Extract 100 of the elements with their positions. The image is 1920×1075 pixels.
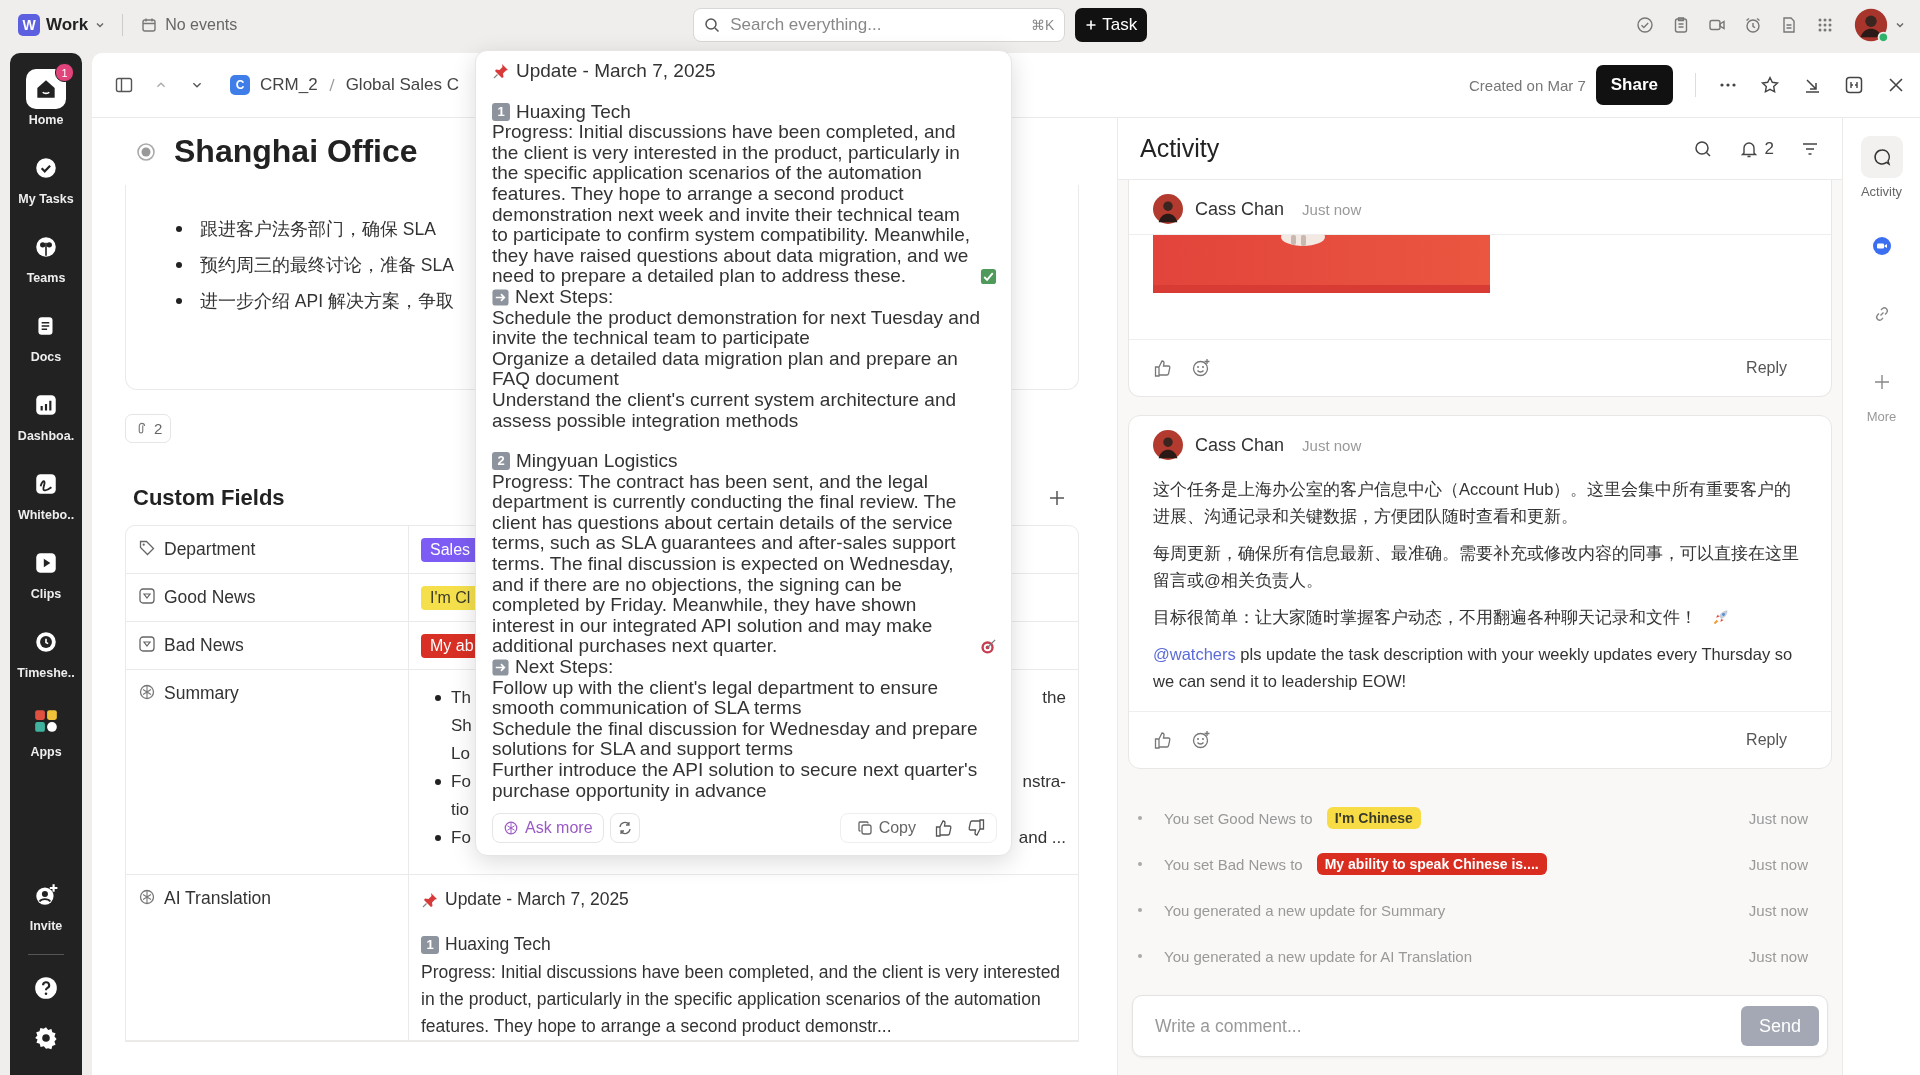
tag-icon xyxy=(138,539,156,557)
event-time: Just now xyxy=(1748,947,1808,965)
field-label: AI Translation xyxy=(164,888,271,909)
layout-icon[interactable] xyxy=(1844,75,1864,95)
thumbs-down-icon[interactable] xyxy=(966,818,986,839)
bullet-icon xyxy=(435,695,441,701)
next-step-text: Schedule the final discussion for Wednesday and prepare solutions for SLA and support terms xyxy=(492,718,979,760)
thumbs-up-icon[interactable] xyxy=(1153,730,1173,750)
bar-chart-icon xyxy=(33,392,59,418)
panel-title: Activity xyxy=(1140,134,1220,163)
next-step-text: Understand the client's current system architecture and assess possible integration methods xyxy=(492,389,958,432)
help-icon[interactable] xyxy=(33,975,59,1001)
company-heading: Huaxing Tech xyxy=(445,934,551,955)
summary-text: and ... xyxy=(1018,828,1066,848)
author-name: Cass Chan xyxy=(1195,434,1285,456)
search-icon[interactable] xyxy=(1692,138,1713,159)
field-label: Good News xyxy=(164,587,256,608)
nav-item[interactable]: My Tasks xyxy=(10,142,82,221)
reply-button[interactable]: Reply xyxy=(1740,358,1793,378)
nav-item[interactable]: Teams xyxy=(10,221,82,300)
whiteboard-icon xyxy=(33,471,59,497)
activity-tab[interactable]: Activity xyxy=(1851,130,1912,209)
field-label: Department xyxy=(164,539,256,560)
field-tag: My ability to speak Chinese is.... xyxy=(1316,853,1547,875)
nav-item[interactable]: Dashboa. xyxy=(10,379,82,458)
nav-item[interactable]: Timeshe.. xyxy=(10,616,82,695)
section-title: Custom Fields xyxy=(133,485,285,511)
invite-button[interactable]: Invite xyxy=(10,869,82,948)
thumbs-up-icon[interactable] xyxy=(1153,358,1173,378)
add-reaction-icon[interactable] xyxy=(1191,730,1211,750)
bullet-icon xyxy=(1138,862,1142,866)
nav-item[interactable]: Clips xyxy=(10,537,82,616)
summary-text: tio xyxy=(451,800,469,820)
summary-text: Th xyxy=(451,688,471,708)
apps-grid-icon[interactable] xyxy=(1816,16,1834,34)
summary-text: Fo xyxy=(451,828,471,848)
comment-field[interactable]: Write a comment... xyxy=(1153,1014,1741,1038)
created-date: Created on Mar 7 xyxy=(1469,76,1586,94)
new-task-button[interactable]: Task xyxy=(1075,8,1148,42)
arrow-right-icon xyxy=(492,288,509,306)
check-circle-icon xyxy=(33,155,59,181)
nav-item[interactable]: Docs xyxy=(10,300,82,379)
nav-item[interactable]: Apps xyxy=(10,695,82,774)
teams-icon xyxy=(33,234,59,260)
user-avatar[interactable] xyxy=(1852,6,1890,44)
company-heading: Huaxing Tech xyxy=(516,101,631,123)
field-tag: I'm Chinese xyxy=(1326,807,1421,829)
avatar xyxy=(1153,430,1183,460)
add-reaction-icon[interactable] xyxy=(1191,358,1211,378)
search-field[interactable]: Search everything... ⌘K xyxy=(693,8,1066,42)
ask-more-button[interactable]: Ask more xyxy=(492,813,604,844)
update-title: Update - March 7, 2025 xyxy=(516,61,716,82)
settings-icon[interactable] xyxy=(33,1025,59,1051)
video-app-icon xyxy=(1871,236,1892,256)
status-icon[interactable] xyxy=(136,141,156,162)
event-time: Just now xyxy=(1748,855,1808,873)
search-input[interactable]: Search everything... xyxy=(728,14,1023,36)
document-icon[interactable] xyxy=(1780,16,1798,34)
number-badge: 1 xyxy=(421,935,439,954)
next-step-text: Follow up with the client's legal department to ensure smooth communication of SLA terms xyxy=(492,677,940,719)
calendar-icon xyxy=(141,17,158,33)
breadcrumb-link[interactable]: CRM_2 xyxy=(260,75,318,95)
add-icon[interactable] xyxy=(1047,488,1067,508)
workspace-switcher[interactable]: W Work xyxy=(14,10,111,40)
ai-icon xyxy=(503,820,519,837)
regenerate-button[interactable] xyxy=(609,813,640,844)
alarm-clock-icon[interactable] xyxy=(1744,16,1762,34)
description-bullet: 预约周三的最终讨论，准备 SLA xyxy=(200,254,454,277)
author-name: Cass Chan xyxy=(1195,198,1285,220)
notification-badge: 1 xyxy=(55,63,74,82)
play-icon xyxy=(33,550,59,576)
target-icon xyxy=(980,638,997,656)
reply-button[interactable]: Reply xyxy=(1740,730,1793,750)
mention-link[interactable]: @watchers xyxy=(1153,645,1236,663)
next-step-text: Schedule the product demonstration for next Tuesday and invite the technical team to participate xyxy=(492,307,981,349)
nav-item[interactable]: 1 Home xyxy=(10,63,82,142)
clock-icon xyxy=(33,629,59,655)
thumbs-up-icon[interactable] xyxy=(934,818,954,839)
clipboard-icon[interactable] xyxy=(1672,16,1690,34)
number-badge: 2 xyxy=(492,452,510,471)
sidebar-toggle-icon[interactable] xyxy=(114,75,134,95)
event-text: You generated a new update for AI Translation xyxy=(1164,947,1472,965)
space-logo: C xyxy=(230,75,250,95)
share-button[interactable]: Share xyxy=(1595,65,1673,105)
event-text: You set Good News to xyxy=(1164,809,1313,827)
attachments-chip[interactable]: 2 xyxy=(125,414,172,443)
notifications-button[interactable]: 2 xyxy=(1738,138,1774,159)
refresh-icon xyxy=(616,820,633,837)
comment-time: Just now xyxy=(1302,200,1362,218)
star-icon[interactable] xyxy=(1760,75,1780,95)
field-label: Bad News xyxy=(164,635,244,656)
nav-item[interactable]: Whitebo.. xyxy=(10,458,82,537)
breadcrumb-link[interactable]: Global Sales C xyxy=(345,75,459,95)
calendar-button[interactable]: No events xyxy=(135,15,244,35)
copy-icon xyxy=(856,820,873,837)
ai-icon xyxy=(138,683,156,701)
check-circle-icon[interactable] xyxy=(1636,16,1654,34)
comment-text: 这个任务是上海办公室的客户信息中心（Account Hub）。这里会集中所有重要客户的进展、沟通记录和关键数据，方便团队随时查看和更新。 xyxy=(1153,480,1792,525)
summary-text: Fo xyxy=(451,772,471,792)
comment-text: @watchers pls update the task description with your weekly updates every Thursday so we can send it to leadership EOW! xyxy=(1153,644,1794,692)
